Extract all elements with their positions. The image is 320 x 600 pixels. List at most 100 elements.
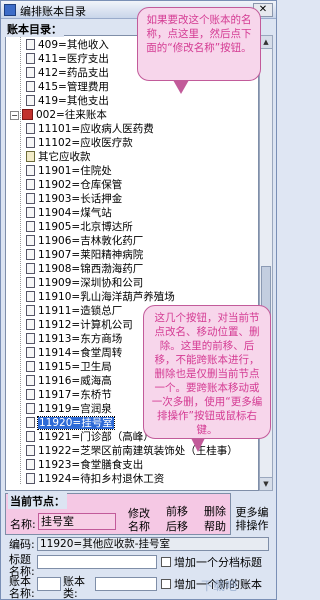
tree-node[interactable]: 其它应收款 [26,150,91,164]
tree-node-label: 11915=卫生局 [38,361,112,373]
tree-node-label: 11908=锦西渤海药厂 [38,263,144,275]
tree-node[interactable]: 11921=门诊部（高峰） [26,430,154,444]
add-tag-label[interactable]: 增加一个分档标题 [174,557,262,569]
code-label: 编码: [9,538,35,551]
tree-node[interactable]: 11911=造锁总厂 [26,304,122,318]
tree-node-label: 11919=宫润泉 [38,403,112,415]
modify-name-button[interactable]: 修改名称 [126,507,152,535]
page-icon [26,179,35,190]
tree-node[interactable]: 11904=煤气站 [26,206,112,220]
tree-node[interactable]: 412=药品支出 [26,66,109,80]
help-button[interactable]: 帮助 [202,520,228,534]
tree-node[interactable]: 11916=威海高 [26,374,112,388]
tag-name-input[interactable] [37,555,157,569]
tree-node[interactable]: 11922=芝罘区前南建筑装饰处（王桂事） [26,444,238,458]
tree-node-label: 409=其他收入 [38,39,109,51]
page-icon [26,53,35,64]
tree-node-label: 11923=食堂膳食支出 [38,459,144,471]
tree-node[interactable]: 11920=挂号室 [26,416,115,430]
tree-node[interactable]: 11908=锦西渤海药厂 [26,262,143,276]
book-category-label: 账本类: [63,575,85,600]
tree-node[interactable]: 11919=宫润泉 [26,402,112,416]
tree-node-label: 11901=住院处 [38,165,112,177]
tree-node-label: 11906=吉林敦化药厂 [38,235,144,247]
page-icon [26,81,35,92]
tree-node-label: 415=管理费用 [38,81,109,93]
tree-node-label: 11917=东桥节 [38,389,112,401]
tree-node[interactable]: 11907=莱阳精神病院 [26,248,143,262]
name-label: 名称: [10,518,36,531]
tree-node[interactable]: 11923=食堂膳食支出 [26,458,143,472]
tree-node-label: 11902=仓库保管 [38,179,123,191]
tree-node[interactable]: 11905=北京博达所 [26,220,133,234]
page-icon [26,459,35,470]
scroll-down-icon[interactable]: ▼ [260,477,272,490]
tree-node-label: 其它应收款 [38,151,91,163]
tree-node[interactable]: 11902=仓库保管 [26,178,122,192]
page-icon [26,375,35,386]
tree-node[interactable]: 11901=住院处 [26,164,112,178]
tree-node-label: 11924=待扣乡村退休工资 [38,473,165,485]
add-book-checkbox[interactable] [161,579,171,589]
tree-node[interactable]: 11101=应收病人医药费 [26,122,154,136]
page-icon [26,277,35,288]
page-icon [26,137,35,148]
move-up-button[interactable]: 前移 [164,505,190,519]
page-icon [26,319,35,330]
page-icon [26,445,35,456]
page-icon [26,431,35,442]
page-icon [26,417,35,428]
page-icon [26,193,35,204]
tip-callout-rename: 如果要改这个账本的名称，点这里，然后点下面的“修改名称”按钮。 [137,7,261,81]
more-operations-button[interactable]: 更多编排操作 [233,506,271,534]
tree-node[interactable]: 11917=东桥节 [26,388,112,402]
page-icon [26,347,35,358]
page-icon [26,249,35,260]
tree-node-label: 411=医疗支出 [38,53,109,65]
tree-group-label: 账本目录： [5,21,64,37]
tree-node[interactable]: 11906=吉林敦化药厂 [26,234,143,248]
tree-node-label: 11911=造锁总厂 [38,305,123,317]
page-icon [26,95,35,106]
tree-node-label: 11922=芝罘区前南建筑装饰处（王桂事） [38,445,238,457]
add-tag-checkbox[interactable] [161,557,171,567]
tree-node[interactable]: 11903=长话押金 [26,192,122,206]
tree-node[interactable]: 409=其他收入 [26,38,109,52]
tree-node-label: 11909=深圳协和公司 [38,277,144,289]
tree-node[interactable]: 11912=计算机公司 [26,318,133,332]
tree-node-label: 11921=门诊部（高峰） [38,431,154,443]
delete-button[interactable]: 删除 [202,505,228,519]
tree-node[interactable]: 11915=卫生局 [26,360,112,374]
dialog-window: 编排账本目录 ✕ 409=其他收入 411=医疗支出 412=药品支出 415=管理费… [0,0,277,600]
tree-node[interactable]: 11913=东方商场 [26,332,122,346]
tree-node[interactable]: 11914=食堂周转 [26,346,122,360]
tree-node[interactable]: 411=医疗支出 [26,52,109,66]
move-down-button[interactable]: 后移 [164,520,190,534]
page-icon [26,123,35,134]
tree-node[interactable]: 11924=待扣乡村退休工资 [26,472,164,486]
tree-node-label: 11904=煤气站 [38,207,112,219]
page-icon [26,165,35,176]
node-name-input[interactable]: 挂号室 [38,513,116,530]
page-icon [26,305,35,316]
tree-node[interactable]: 419=其他支出 [26,94,109,108]
scroll-up-icon[interactable]: ▲ [260,36,272,49]
tree-node[interactable]: − 002=往来账本 [10,108,107,122]
page-icon [26,361,35,372]
page-icon [26,263,35,274]
tree-node-label: 11903=长话押金 [38,193,123,205]
page-icon [26,403,35,414]
page-icon [26,235,35,246]
book-name-input[interactable] [37,577,61,591]
book-name-label: 账本名称: [9,575,35,600]
book-category-input[interactable] [95,577,157,591]
tip-pointer-top [173,80,189,94]
tree-node-label: 11102=应收医疗款 [38,137,133,149]
tree-node[interactable]: 415=管理费用 [26,80,109,94]
tree-node[interactable]: 11102=应收医疗款 [26,136,133,150]
tree-node[interactable]: 11909=深圳协和公司 [26,276,143,290]
tree-node-label: 11916=威海高 [38,375,112,387]
tree-node[interactable]: 11910=乳山海洋葫芦养殖场 [26,290,175,304]
collapse-icon[interactable]: − [10,111,19,120]
page-icon [26,207,35,218]
